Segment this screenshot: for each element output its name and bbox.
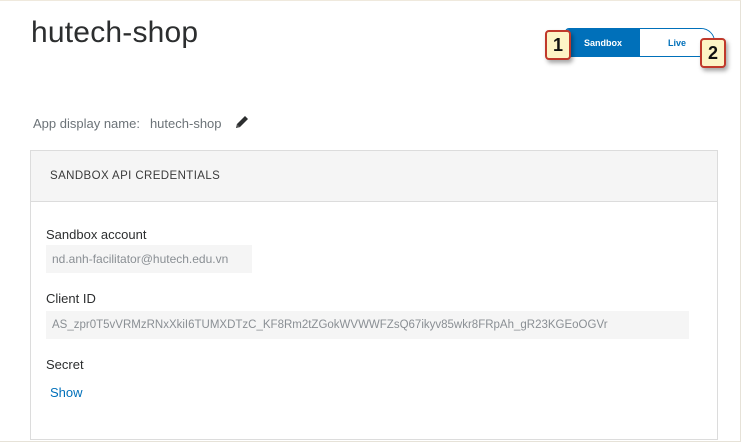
callout-marker-2: 2 <box>700 38 726 68</box>
app-display-name-row: App display name: hutech-shop <box>33 114 250 133</box>
callout-marker-1: 1 <box>545 30 571 60</box>
edit-pencil-icon[interactable] <box>234 114 250 133</box>
page-title: hutech-shop <box>31 16 199 49</box>
client-id-value: AS_zpr0T5vVRMzRNxXkiI6TUMXDTzC_KF8Rm2tZG… <box>46 311 689 339</box>
credentials-panel-header: SANDBOX API CREDENTIALS <box>31 151 717 202</box>
environment-toggle[interactable]: Sandbox Live <box>565 28 715 57</box>
client-id-label: Client ID <box>46 291 96 306</box>
show-secret-link[interactable]: Show <box>50 385 83 400</box>
app-display-name-value: hutech-shop <box>149 116 222 131</box>
sandbox-credentials-panel: SANDBOX API CREDENTIALS Sandbox account … <box>30 150 718 440</box>
sandbox-account-label: Sandbox account <box>46 227 147 242</box>
sandbox-account-value: nd.anh-facilitator@hutech.edu.vn <box>46 245 252 273</box>
sandbox-toggle-button[interactable]: Sandbox <box>566 29 640 56</box>
secret-label: Secret <box>46 357 84 372</box>
app-display-name-label: App display name: <box>33 116 140 131</box>
